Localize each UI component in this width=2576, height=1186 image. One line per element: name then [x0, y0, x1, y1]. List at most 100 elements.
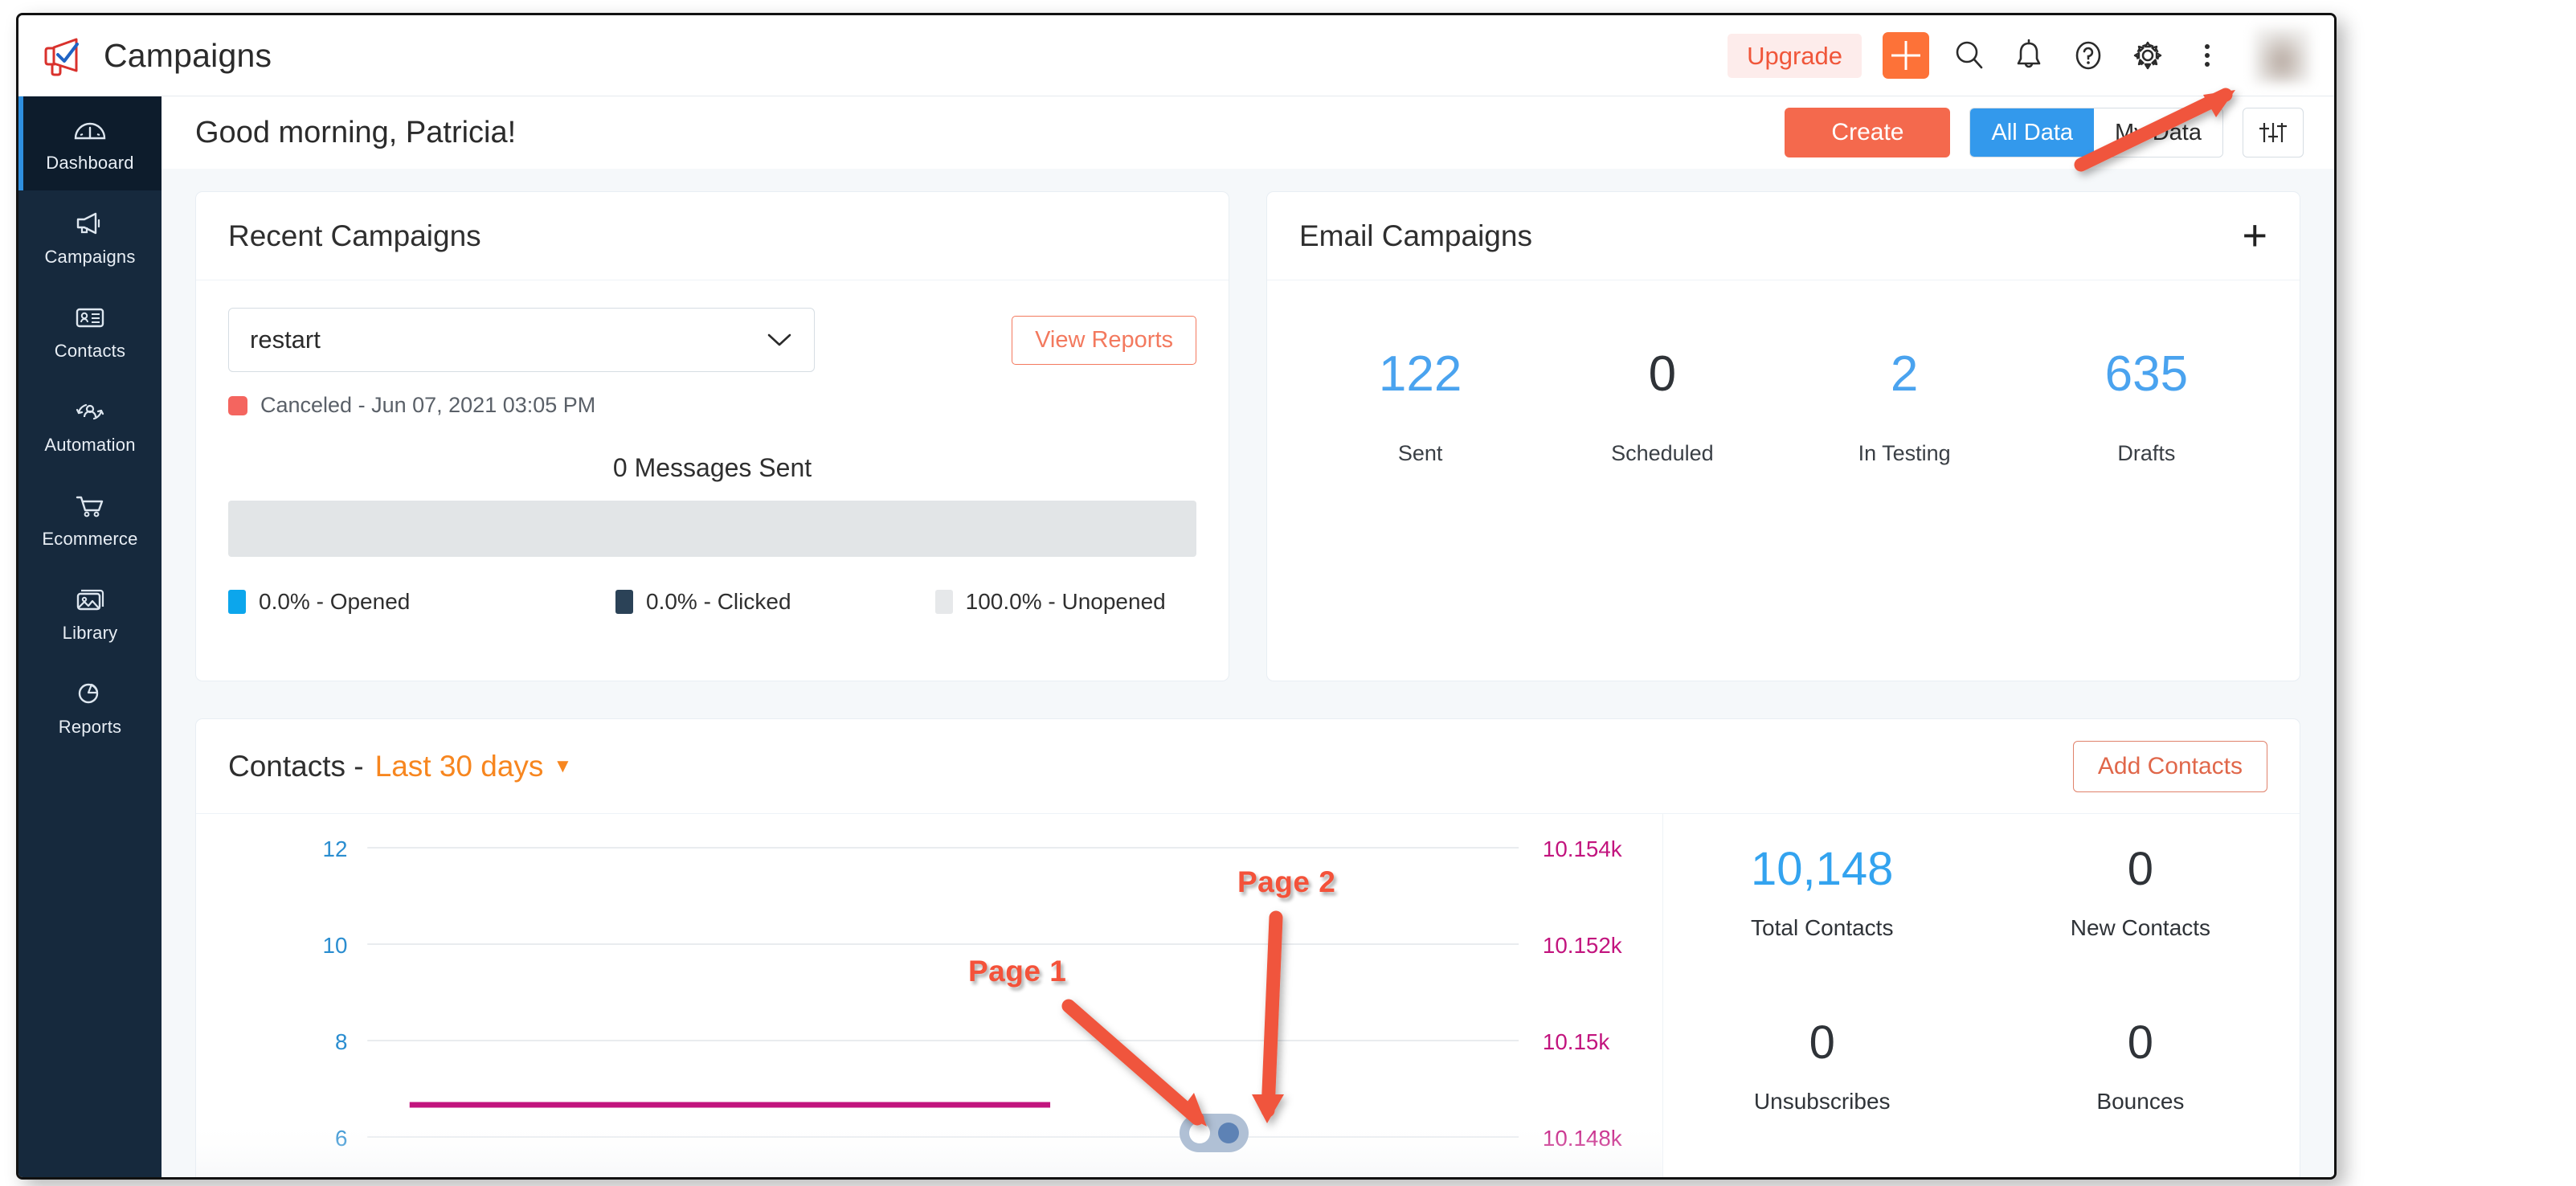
- contacts-chart-svg: 12 10 8 6 10.154k 10.152k 10.15k 10.148k: [196, 814, 1662, 1177]
- axis-tick-left: 8: [335, 1029, 347, 1054]
- pagination-dot-page-2[interactable]: [1218, 1123, 1239, 1143]
- sidebar-item-label: Automation: [44, 435, 135, 456]
- automation-user-icon: [72, 395, 108, 427]
- email-campaigns-header: Email Campaigns +: [1267, 192, 2300, 280]
- stat-label: Sent: [1299, 441, 1541, 466]
- contacts-header: Contacts - Last 30 days ▼ Add Contacts: [196, 719, 2300, 814]
- sidebar-item-label: Reports: [59, 717, 121, 738]
- sidebar-item-contacts[interactable]: Contacts: [18, 284, 162, 378]
- campaign-legend: 0.0% - Opened 0.0% - Clicked 100.0% - Un…: [228, 589, 1196, 615]
- sidebar-item-library[interactable]: Library: [18, 566, 162, 660]
- image-library-icon: [72, 583, 108, 615]
- stat-bounces: 0 Bounces: [1981, 1020, 2300, 1114]
- bell-icon[interactable]: [2010, 36, 2048, 75]
- recent-campaigns-header: Recent Campaigns: [196, 192, 1229, 280]
- sidebar-item-dashboard[interactable]: Dashboard: [18, 96, 162, 190]
- more-vertical-icon[interactable]: [2188, 36, 2226, 75]
- browser-window: Campaigns Upgrade: [16, 13, 2337, 1180]
- recent-campaigns-title: Recent Campaigns: [228, 219, 481, 253]
- pie-chart-icon: [72, 677, 108, 710]
- sidebar: Dashboard Campaigns: [18, 96, 162, 1177]
- sidebar-item-label: Contacts: [55, 341, 125, 362]
- tab-all-data[interactable]: All Data: [1970, 108, 2094, 157]
- stat-drafts: 635 Drafts: [2026, 350, 2267, 466]
- sidebar-item-campaigns[interactable]: Campaigns: [18, 190, 162, 284]
- contacts-summary-stats: 10,148 Total Contacts 0 New Contacts 0: [1662, 814, 2300, 1177]
- stat-scheduled: 0 Scheduled: [1541, 350, 1783, 466]
- contacts-stats-row: 10,148 Total Contacts 0 New Contacts: [1663, 846, 2300, 941]
- megaphone-check-icon: [41, 35, 88, 76]
- stat-label: Unsubscribes: [1663, 1089, 1981, 1114]
- dashboard-cards-row: Recent Campaigns restart View Reports: [162, 169, 2334, 681]
- stat-value: 0: [1663, 1020, 1981, 1066]
- annotation-label-page-2: Page 2: [1237, 865, 1335, 899]
- avatar[interactable]: [2254, 28, 2310, 83]
- sidebar-item-automation[interactable]: Automation: [18, 378, 162, 472]
- chevron-down-icon[interactable]: ▼: [553, 755, 572, 778]
- axis-tick-left: 12: [323, 836, 348, 861]
- stat-label: New Contacts: [1981, 915, 2300, 941]
- contact-card-icon: [72, 301, 108, 333]
- stat-label: In Testing: [1784, 441, 2026, 466]
- sidebar-item-reports[interactable]: Reports: [18, 660, 162, 755]
- messages-sent-label: 0 Messages Sent: [228, 453, 1196, 483]
- stat-value: 635: [2026, 350, 2267, 399]
- contacts-card: Contacts - Last 30 days ▼ Add Contacts: [195, 718, 2300, 1177]
- shopping-cart-icon: [72, 489, 108, 521]
- stat-in-testing: 2 In Testing: [1784, 350, 2026, 466]
- legend-label: 0.0% - Opened: [259, 589, 410, 615]
- legend-swatch-opened: [228, 590, 246, 614]
- sidebar-item-label: Campaigns: [44, 247, 135, 268]
- stat-value: 0: [1981, 1020, 2300, 1066]
- brand: Campaigns: [18, 35, 272, 76]
- legend-item: 0.0% - Clicked: [615, 589, 935, 615]
- sidebar-item-label: Library: [63, 623, 118, 644]
- add-email-campaign-button[interactable]: +: [2242, 223, 2267, 248]
- help-icon[interactable]: [2069, 36, 2108, 75]
- campaign-select[interactable]: restart: [228, 308, 815, 372]
- campaign-status: Canceled - Jun 07, 2021 03:05 PM: [228, 393, 1196, 418]
- messages-progress-bar: [228, 501, 1196, 557]
- filter-settings-button[interactable]: [2243, 108, 2304, 157]
- create-button[interactable]: Create: [1785, 108, 1950, 157]
- app-title: Campaigns: [104, 37, 272, 75]
- legend-swatch-unopened: [935, 590, 953, 614]
- contacts-date-range[interactable]: Last 30 days: [375, 750, 544, 783]
- stat-value: 122: [1299, 350, 1541, 399]
- sidebar-item-label: Ecommerce: [42, 529, 137, 550]
- app-header: Campaigns Upgrade: [18, 15, 2334, 96]
- legend-swatch-clicked: [615, 590, 633, 614]
- status-badge: [228, 396, 247, 415]
- tab-my-data[interactable]: My Data: [2094, 108, 2222, 157]
- contacts-title: Contacts -: [228, 750, 364, 783]
- contacts-chart[interactable]: 12 10 8 6 10.154k 10.152k 10.15k 10.148k: [196, 814, 1662, 1177]
- chart-pagination[interactable]: [1180, 1114, 1249, 1152]
- contacts-stats-row: 0 Unsubscribes 0 Bounces: [1663, 1020, 2300, 1114]
- recent-campaigns-controls: restart View Reports: [228, 308, 1196, 372]
- pagination-dot-page-1[interactable]: [1189, 1123, 1210, 1143]
- sidebar-item-ecommerce[interactable]: Ecommerce: [18, 472, 162, 566]
- upgrade-button[interactable]: Upgrade: [1728, 34, 1862, 78]
- stat-label: Bounces: [1981, 1089, 2300, 1114]
- email-campaigns-card: Email Campaigns + 122 Sent 0 Scheduled: [1266, 191, 2300, 681]
- campaign-status-text: Canceled - Jun 07, 2021 03:05 PM: [260, 393, 595, 418]
- legend-label: 100.0% - Unopened: [966, 589, 1166, 615]
- gear-icon[interactable]: [2128, 36, 2167, 75]
- greeting-bar: Good morning, Patricia! Create All Data …: [162, 96, 2334, 169]
- view-reports-button[interactable]: View Reports: [1012, 316, 1196, 365]
- stat-unsubscribes: 0 Unsubscribes: [1663, 1020, 1981, 1114]
- stat-total-contacts: 10,148 Total Contacts: [1663, 846, 1981, 941]
- screenshot-root: Campaigns Upgrade: [0, 0, 2576, 1186]
- axis-tick-right: 10.152k: [1543, 933, 1622, 958]
- add-contacts-button[interactable]: Add Contacts: [2073, 741, 2267, 792]
- stat-label: Total Contacts: [1663, 915, 1981, 941]
- search-icon[interactable]: [1950, 36, 1989, 75]
- legend-item: 0.0% - Opened: [228, 589, 615, 615]
- axis-tick-right: 10.15k: [1543, 1029, 1609, 1054]
- chevron-down-icon: [766, 332, 793, 348]
- app-header-actions: Upgrade: [1728, 15, 2334, 96]
- dashboard-gauge-icon: [72, 113, 108, 145]
- stat-value: 2: [1784, 350, 2026, 399]
- add-new-button[interactable]: [1883, 32, 1929, 79]
- sliders-filter-icon: [2257, 118, 2289, 147]
